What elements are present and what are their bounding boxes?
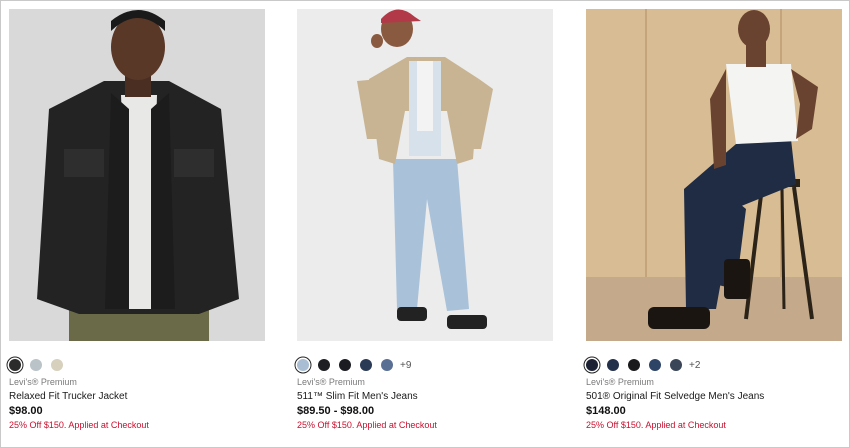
product-price: $148.00 [586,405,626,417]
product-name[interactable]: 511™ Slim Fit Men's Jeans [297,391,418,402]
product-card[interactable]: +9 Levi's® Premium 511™ Slim Fit Men's J… [297,9,553,430]
product-name[interactable]: Relaxed Fit Trucker Jacket [9,391,127,402]
color-swatch[interactable] [607,359,619,371]
promo-text: 25% Off $150. Applied at Checkout [586,420,726,430]
color-swatch[interactable] [586,359,598,371]
color-swatch[interactable] [628,359,640,371]
color-swatches [9,357,72,373]
color-swatch[interactable] [30,359,42,371]
color-swatches: +2 [586,357,700,373]
color-swatches: +9 [297,357,411,373]
more-colors-link[interactable]: +9 [400,360,411,371]
product-brand: Levi's® Premium [297,377,365,387]
color-swatch[interactable] [339,359,351,371]
more-colors-link[interactable]: +2 [689,360,700,371]
color-swatch[interactable] [51,359,63,371]
promo-text: 25% Off $150. Applied at Checkout [9,420,149,430]
product-name[interactable]: 501® Original Fit Selvedge Men's Jeans [586,391,764,402]
product-brand: Levi's® Premium [9,377,77,387]
color-swatch[interactable] [649,359,661,371]
color-swatch[interactable] [381,359,393,371]
color-swatch[interactable] [9,359,21,371]
promo-text: 25% Off $150. Applied at Checkout [297,420,437,430]
product-price: $98.00 [9,405,43,417]
product-card[interactable]: Levi's® Premium Relaxed Fit Trucker Jack… [9,9,265,430]
color-swatch[interactable] [360,359,372,371]
product-image[interactable] [586,9,842,341]
color-swatch[interactable] [318,359,330,371]
color-swatch[interactable] [670,359,682,371]
product-brand: Levi's® Premium [586,377,654,387]
product-image[interactable] [9,9,265,341]
product-price: $89.50 - $98.00 [297,405,375,417]
product-image[interactable] [297,9,553,341]
color-swatch[interactable] [297,359,309,371]
product-card[interactable]: +2 Levi's® Premium 501® Original Fit Sel… [586,9,842,430]
